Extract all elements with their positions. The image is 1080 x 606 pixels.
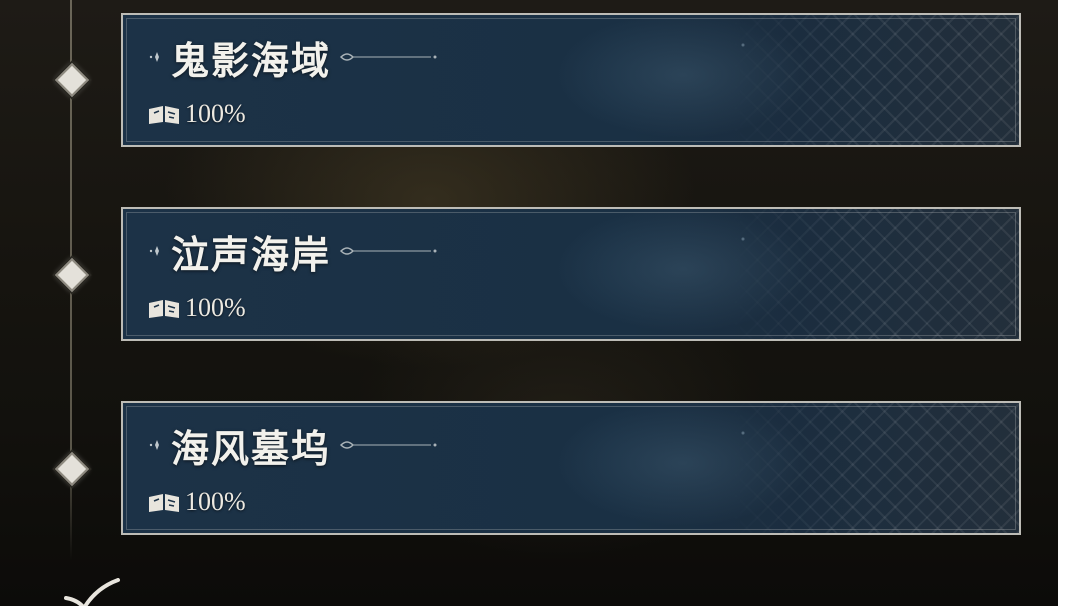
checkmark-icon — [64, 578, 120, 606]
exploration-progress: 100% — [147, 487, 246, 517]
progress-value: 100% — [185, 99, 246, 128]
exploration-progress: 100% — [147, 99, 246, 129]
region-card[interactable]: 海风墓坞 100% — [121, 401, 1021, 535]
exploration-progress: 100% — [147, 293, 246, 323]
open-book-map-icon — [149, 106, 179, 124]
diamond-node-icon — [55, 452, 89, 486]
region-card[interactable]: 泣声海岸 100% — [121, 207, 1021, 341]
region-title: 鬼影海域 — [171, 37, 332, 83]
region-title: 海风墓坞 — [171, 425, 332, 471]
sparkle-diamond-icon — [149, 246, 159, 256]
sparkle-diamond-icon — [149, 440, 159, 450]
open-book-map-icon — [149, 494, 179, 512]
region-title-row: 海风墓坞 — [149, 417, 439, 473]
flourish-line-icon — [339, 441, 437, 449]
game-screen: 鬼影海域 100% 泣声海岸 100% 海风墓坞 100% — [0, 0, 1058, 606]
region-card[interactable]: 鬼影海域 100% — [121, 13, 1021, 147]
sparkle-diamond-icon — [149, 52, 159, 62]
progress-value: 100% — [185, 487, 246, 516]
open-book-map-icon — [149, 300, 179, 318]
region-title-row: 鬼影海域 — [149, 29, 439, 85]
region-title-row: 泣声海岸 — [149, 223, 439, 279]
progress-value: 100% — [185, 293, 246, 322]
region-title: 泣声海岸 — [171, 231, 332, 277]
diamond-node-icon — [55, 258, 89, 292]
flourish-line-icon — [339, 53, 437, 61]
flourish-line-icon — [339, 247, 437, 255]
diamond-node-icon — [55, 63, 89, 97]
